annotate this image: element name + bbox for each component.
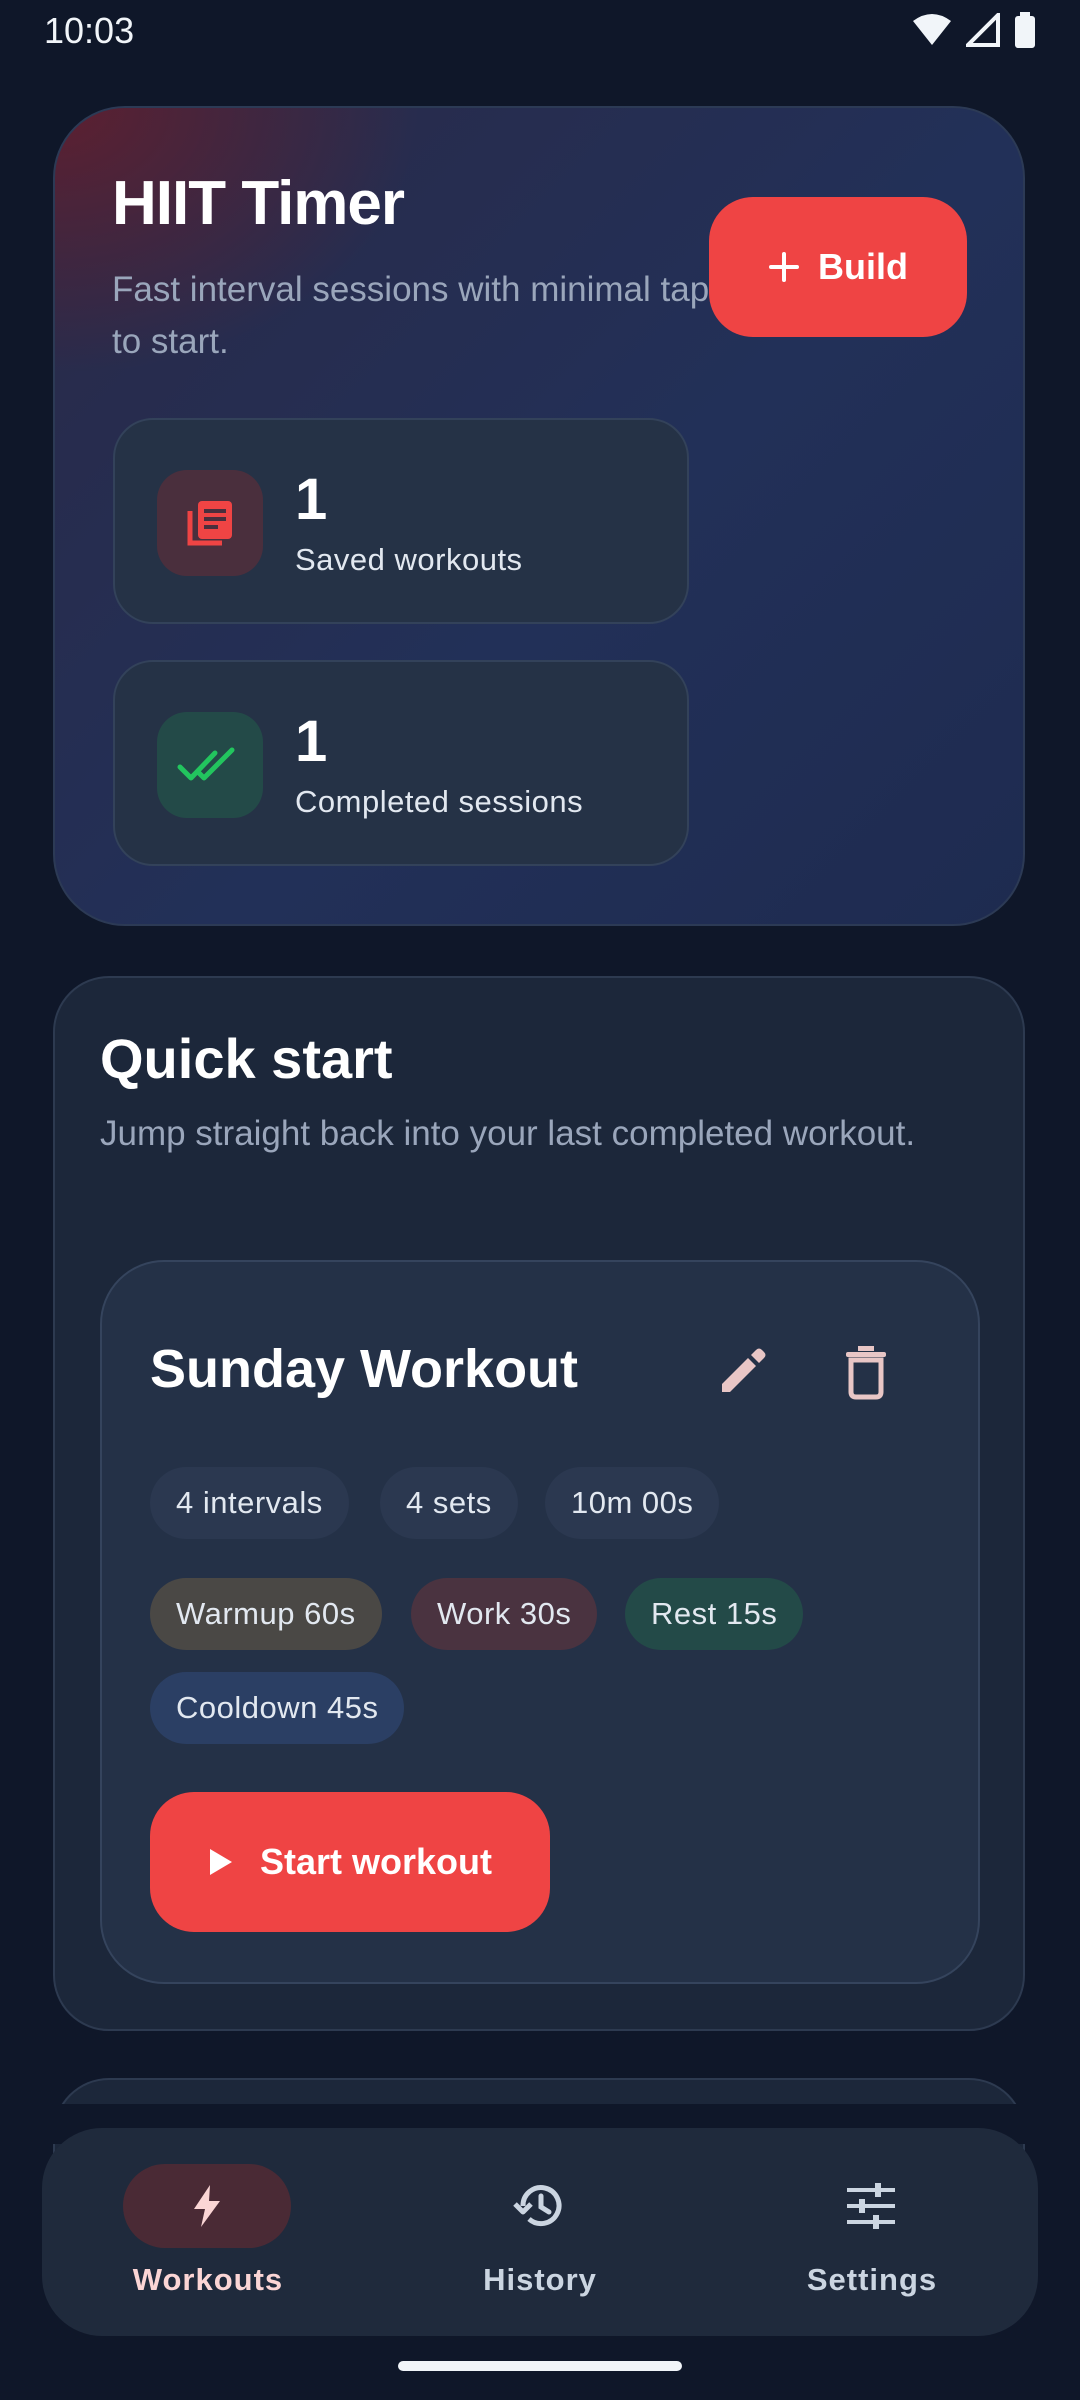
plus-icon: [769, 252, 799, 282]
completed-sessions-label: Completed sessions: [295, 784, 584, 819]
chip-duration: 10m 00s: [545, 1467, 720, 1539]
completed-sessions-count: 1: [295, 709, 328, 774]
bottom-navigation: Workouts History Settings: [42, 2128, 1038, 2336]
status-icons: [912, 12, 1036, 48]
saved-workouts-label: Saved workouts: [295, 542, 523, 577]
bolt-icon: [194, 2185, 220, 2227]
build-button[interactable]: Build: [709, 197, 967, 337]
stat-card-saved: 1 Saved workouts: [113, 418, 689, 624]
chip-intervals: 4 intervals: [150, 1467, 349, 1539]
start-workout-button[interactable]: Start workout: [150, 1792, 550, 1932]
nav-item-workouts[interactable]: Workouts: [42, 2128, 374, 2336]
start-workout-label: Start workout: [259, 1841, 492, 1882]
chip-warmup: Warmup 60s: [150, 1578, 382, 1650]
build-button-label: Build: [818, 246, 908, 287]
nav-item-history[interactable]: History: [374, 2128, 706, 2336]
battery-icon: [1015, 12, 1035, 48]
chip-rest: Rest 15s: [625, 1578, 804, 1650]
nav-label-history: History: [483, 2262, 597, 2297]
history-icon: [513, 2185, 562, 2227]
double-check-icon: [157, 712, 263, 818]
chip-work: Work 30s: [411, 1578, 598, 1650]
app-subtitle: Fast interval sessions with minimal taps…: [112, 270, 727, 361]
chip-cooldown: Cooldown 45s: [150, 1672, 405, 1744]
sliders-icon: [847, 2183, 895, 2229]
delete-icon[interactable]: [826, 1332, 906, 1412]
workout-name: Sunday Workout: [150, 1339, 579, 1399]
signal-icon: [966, 13, 1000, 47]
play-icon: [209, 1849, 232, 1875]
quick-start-title: Quick start: [100, 1027, 393, 1090]
edit-icon[interactable]: [702, 1332, 782, 1412]
library-icon: [157, 470, 263, 576]
saved-workouts-count: 1: [295, 467, 328, 532]
app-title: HIIT Timer: [112, 169, 405, 238]
chip-sets: 4 sets: [380, 1467, 518, 1539]
status-time: 10:03: [44, 10, 135, 51]
quick-start-subtitle: Jump straight back into your last comple…: [100, 1114, 916, 1153]
nav-label-workouts: Workouts: [132, 2262, 284, 2297]
stat-card-completed: 1 Completed sessions: [113, 660, 689, 866]
nav-label-settings: Settings: [806, 2262, 938, 2297]
nav-item-settings[interactable]: Settings: [706, 2128, 1038, 2336]
home-indicator: [398, 2361, 682, 2371]
wifi-icon: [913, 14, 951, 45]
